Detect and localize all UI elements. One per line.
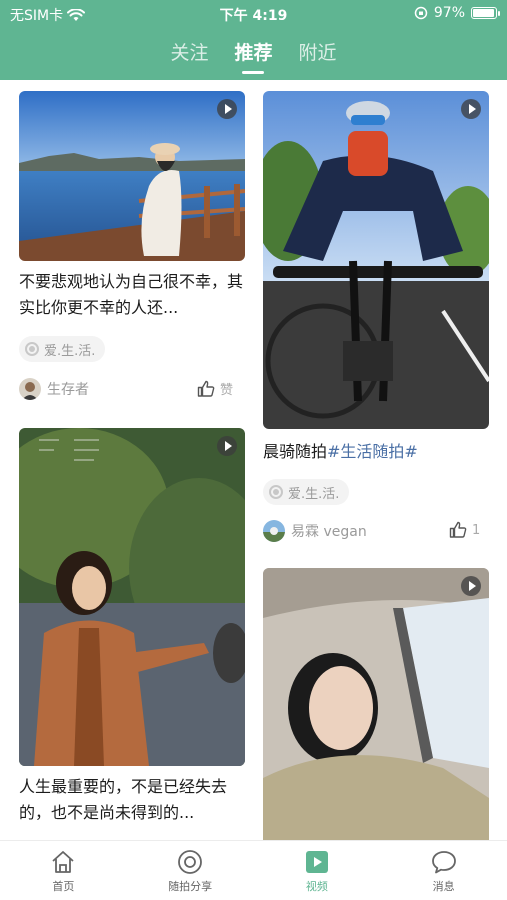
topic-tag[interactable]: 爱.生.活.: [19, 336, 106, 362]
like-count: 1: [472, 522, 481, 538]
status-bar: 无SIM卡 下午 4:19 97%: [0, 0, 507, 28]
topic-label: 爱.生.活.: [288, 486, 340, 502]
car-selfie-image: [263, 568, 489, 840]
hashtag-link[interactable]: #生活随拍#: [327, 442, 418, 461]
like-label: 赞: [220, 383, 234, 398]
author-name: 易霖 vegan: [291, 524, 367, 540]
video-thumbnail[interactable]: [19, 91, 245, 261]
nav-home[interactable]: 首页: [0, 841, 127, 900]
nav-video[interactable]: 视频: [254, 841, 381, 900]
nav-messages[interactable]: 消息: [380, 841, 507, 900]
orientation-lock-icon: [414, 6, 428, 20]
nav-messages-label: 消息: [432, 880, 455, 893]
author[interactable]: 易霖 vegan: [263, 520, 367, 542]
tab-following[interactable]: 关注: [168, 38, 210, 65]
author-name: 生存者: [47, 382, 89, 398]
top-tabs: 关注 推荐 附近: [0, 38, 507, 65]
topic-label: 爱.生.活.: [44, 343, 96, 359]
cyclist-image: [263, 91, 489, 429]
like-button[interactable]: 1: [449, 521, 480, 539]
tab-nearby[interactable]: 附近: [297, 38, 339, 65]
battery-percent: 97%: [433, 5, 465, 21]
tab-recommended[interactable]: 推荐: [232, 38, 274, 65]
like-button[interactable]: 赞: [197, 379, 233, 398]
feed-card[interactable]: 不要悲观地认为自己很不幸，其实比你更不幸的人还... 爱.生.活. 生存者 赞: [19, 91, 245, 401]
thumbs-up-icon: [449, 521, 467, 538]
video-feed: 不要悲观地认为自己很不幸，其实比你更不幸的人还... 爱.生.活. 生存者 赞: [0, 80, 507, 840]
nav-video-label: 视频: [305, 880, 328, 893]
home-icon: [52, 851, 74, 873]
camera-icon: [178, 850, 203, 874]
status-right: 97%: [414, 5, 500, 21]
avatar: [263, 520, 285, 542]
topic-tag[interactable]: 爱.生.活.: [263, 479, 350, 505]
woman-portrait-image: [19, 428, 245, 766]
feed-card[interactable]: 人生最重要的，不是已经失去的，也不是尚未得到的...: [19, 428, 245, 840]
bottom-nav: 首页 随拍分享 视频 消息: [0, 840, 507, 900]
header: 无SIM卡 下午 4:19 97% 关注 推荐 附近: [0, 0, 507, 80]
topic-icon: [269, 485, 283, 499]
nav-share-label: 随拍分享: [168, 880, 213, 893]
card-title-text: 晨骑随拍: [263, 442, 328, 461]
video-thumbnail[interactable]: [263, 91, 489, 429]
card-title[interactable]: 人生最重要的，不是已经失去的，也不是尚未得到的...: [19, 774, 245, 826]
avatar: [19, 378, 41, 400]
message-icon: [431, 851, 456, 874]
video-icon: [305, 851, 328, 873]
video-thumbnail[interactable]: [19, 428, 245, 766]
author[interactable]: 生存者: [19, 378, 89, 400]
feed-card[interactable]: 晨骑随拍#生活随拍# 爱.生.活. 易霖 vegan 1: [263, 91, 489, 542]
topic-icon: [25, 342, 39, 356]
nav-home-label: 首页: [52, 880, 75, 893]
video-thumbnail[interactable]: [263, 568, 489, 840]
feed-card[interactable]: [263, 568, 489, 840]
play-icon: [217, 436, 237, 456]
lake-scene-image: [19, 91, 245, 261]
card-title[interactable]: 晨骑随拍#生活随拍#: [263, 439, 489, 465]
play-icon: [217, 99, 237, 119]
thumbs-up-icon: [197, 380, 215, 397]
nav-share[interactable]: 随拍分享: [127, 841, 254, 900]
play-icon: [461, 99, 481, 119]
play-icon: [461, 576, 481, 596]
battery-icon: [471, 7, 500, 19]
card-title[interactable]: 不要悲观地认为自己很不幸，其实比你更不幸的人还...: [19, 269, 245, 321]
